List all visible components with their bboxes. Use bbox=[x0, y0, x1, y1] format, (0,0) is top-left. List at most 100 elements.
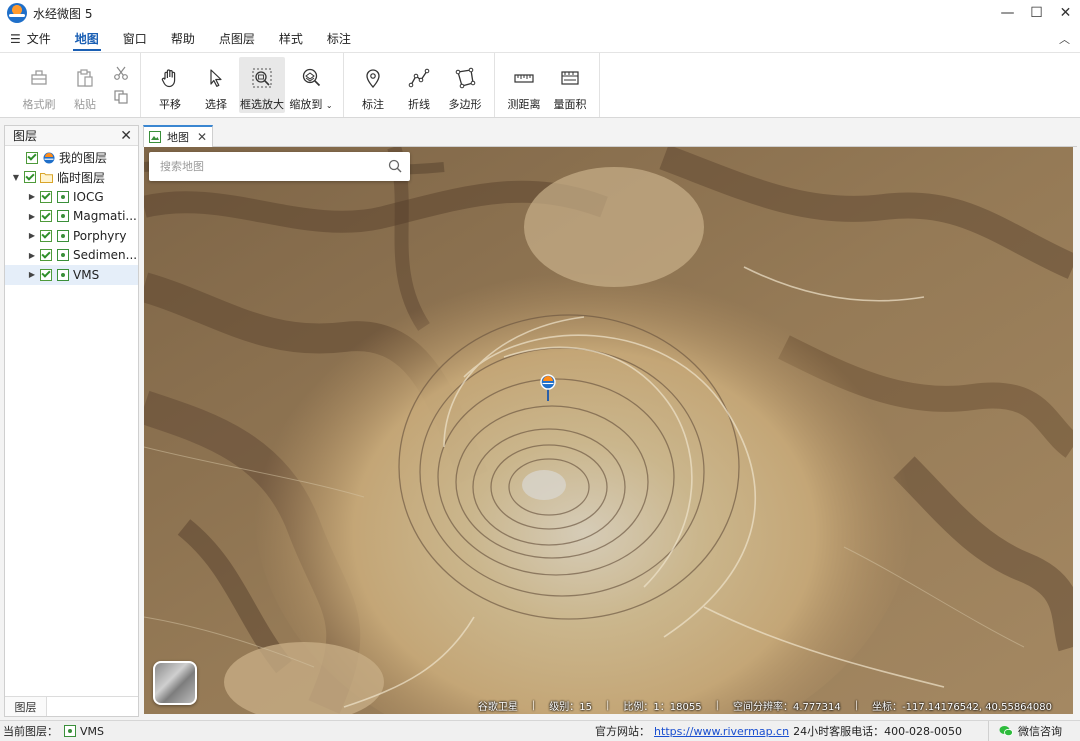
layer-checkbox[interactable] bbox=[40, 229, 52, 242]
point-layer-icon bbox=[56, 249, 69, 262]
satellite-imagery bbox=[144, 147, 1073, 714]
select-button[interactable]: 选择 bbox=[193, 57, 239, 113]
box-zoom-button[interactable]: 框选放大 bbox=[239, 57, 285, 113]
menu-file[interactable]: 文件 bbox=[25, 26, 63, 52]
box-zoom-icon bbox=[251, 67, 273, 89]
minimize-button[interactable]: — bbox=[993, 0, 1022, 26]
title-bar: 水经微图 5 — ☐ ✕ bbox=[0, 0, 1080, 26]
menu-bar: ☰ 文件 地图 窗口 帮助 点图层 样式 标注 ︿ bbox=[0, 26, 1080, 52]
expand-right-icon[interactable]: ▶ bbox=[26, 192, 38, 201]
app-logo-icon bbox=[7, 3, 27, 23]
measure-area-button[interactable]: 量面积 bbox=[547, 57, 593, 113]
folder-icon bbox=[40, 171, 53, 183]
map-search-box bbox=[149, 152, 410, 181]
paste-icon bbox=[74, 67, 96, 89]
expand-right-icon[interactable]: ▶ bbox=[26, 251, 38, 260]
measure-group: 测距离 量面积 bbox=[495, 53, 600, 117]
expand-right-icon[interactable]: ▶ bbox=[26, 270, 38, 279]
cut-copy-stack bbox=[108, 57, 134, 113]
wechat-consult-button[interactable]: 微信咨询 bbox=[988, 720, 1080, 741]
panel-footer-line bbox=[47, 696, 138, 716]
layer-checkbox[interactable] bbox=[26, 151, 38, 164]
expand-right-icon[interactable]: ▶ bbox=[26, 231, 38, 240]
layer-checkbox[interactable] bbox=[40, 268, 52, 281]
zoom-to-button[interactable]: 缩放到 ⌄ bbox=[285, 57, 337, 113]
close-tab-icon[interactable]: ✕ bbox=[197, 130, 207, 144]
window-controls: — ☐ ✕ bbox=[993, 0, 1080, 26]
layer-tree: 我的图层 ▼ 临时图层 ▶ IOCG ▶ Magmati... ▶ Porphy bbox=[5, 146, 138, 285]
website-link[interactable]: https://www.rivermap.cn bbox=[654, 725, 789, 738]
hotline-text: 24小时客服电话：400-028-0050 bbox=[793, 725, 962, 738]
menu-window[interactable]: 窗口 bbox=[111, 26, 159, 52]
spatial-resolution: 4.777314 bbox=[792, 702, 841, 713]
collapse-ribbon-icon[interactable]: ︿ bbox=[1059, 31, 1070, 47]
layer-panel-title: 图层 bbox=[13, 129, 38, 143]
zoom-to-icon bbox=[300, 67, 322, 89]
marker-button[interactable]: 标注 bbox=[350, 57, 396, 113]
expand-down-icon[interactable]: ▼ bbox=[10, 173, 22, 182]
map-scale: 1：18055 bbox=[653, 702, 702, 713]
paste-button[interactable]: 粘贴 bbox=[62, 57, 108, 113]
search-icon[interactable] bbox=[388, 159, 402, 176]
polygon-button[interactable]: 多边形 bbox=[442, 57, 488, 113]
polyline-button[interactable]: 折线 bbox=[396, 57, 442, 113]
tree-item-my-layers[interactable]: 我的图层 bbox=[5, 148, 138, 168]
draw-group: 标注 折线 多边形 bbox=[344, 53, 495, 117]
hamburger-icon[interactable]: ☰ bbox=[10, 32, 21, 46]
tab-map[interactable]: 地图 ✕ bbox=[143, 125, 213, 147]
layer-checkbox[interactable] bbox=[24, 171, 36, 184]
clipboard-group: 格式刷 粘贴 bbox=[10, 53, 141, 117]
close-window-button[interactable]: ✕ bbox=[1051, 0, 1080, 26]
map-doc-icon bbox=[149, 131, 161, 143]
menu-annotation[interactable]: 标注 bbox=[315, 26, 363, 52]
document-tabs: 地图 ✕ bbox=[143, 125, 1077, 147]
layer-checkbox[interactable] bbox=[40, 249, 52, 262]
map-source: 谷歌卫星 bbox=[477, 702, 518, 713]
layer-panel: 图层 ✕ 我的图层 ▼ 临时图层 ▶ IOCG ▶ Magmati... ▶ P… bbox=[4, 125, 139, 717]
layer-checkbox[interactable] bbox=[40, 190, 52, 203]
tree-item-layer-selected[interactable]: ▶ VMS bbox=[5, 265, 138, 285]
map-marker-icon[interactable] bbox=[540, 374, 556, 405]
cursor-arrow-icon bbox=[205, 67, 227, 89]
copy-icon[interactable] bbox=[112, 88, 130, 106]
point-layer-icon bbox=[56, 210, 69, 223]
pan-button[interactable]: 平移 bbox=[147, 57, 193, 113]
measure-distance-button[interactable]: 测距离 bbox=[501, 57, 547, 113]
close-panel-icon[interactable]: ✕ bbox=[120, 128, 132, 144]
cursor-coordinates: -117.14176542, 40.55864080 bbox=[902, 702, 1052, 713]
tree-item-temp-layers[interactable]: ▼ 临时图层 bbox=[5, 168, 138, 188]
map-pin-icon bbox=[362, 67, 384, 89]
layer-checkbox[interactable] bbox=[40, 210, 52, 223]
expand-right-icon[interactable]: ▶ bbox=[26, 212, 38, 221]
menu-map[interactable]: 地图 bbox=[63, 26, 111, 52]
point-layer-icon bbox=[56, 229, 69, 242]
map-canvas[interactable]: 谷歌卫星 | 级别：15 | 比例：1：18055 | 空间分辨率：4.7773… bbox=[144, 147, 1073, 714]
ruler-icon bbox=[513, 67, 535, 89]
navigation-group: 平移 选择 框选放大 缩放到 ⌄ bbox=[141, 53, 344, 117]
status-bar: 当前图层： VMS 官方网站： https://www.rivermap.cn … bbox=[0, 720, 1080, 741]
area-ruler-icon bbox=[559, 67, 581, 89]
format-brush-icon bbox=[28, 67, 50, 89]
zoom-level: 15 bbox=[579, 702, 593, 713]
menu-style[interactable]: 样式 bbox=[267, 26, 315, 52]
point-layer-icon bbox=[56, 268, 69, 281]
dropdown-chevron-icon: ⌄ bbox=[325, 101, 333, 110]
tree-item-layer[interactable]: ▶ Porphyry bbox=[5, 226, 138, 246]
map-search-input[interactable] bbox=[160, 160, 375, 173]
maximize-button[interactable]: ☐ bbox=[1022, 0, 1051, 26]
map-info-bar: 谷歌卫星 | 级别：15 | 比例：1：18055 | 空间分辨率：4.7773… bbox=[477, 700, 1052, 713]
tree-item-layer[interactable]: ▶ IOCG bbox=[5, 187, 138, 207]
ribbon-toolbar: 格式刷 粘贴 平移 选择 框选放大 缩放到 ⌄ 标注 折线 多边形 测距离 量面… bbox=[0, 52, 1080, 118]
menu-help[interactable]: 帮助 bbox=[159, 26, 207, 52]
cut-icon[interactable] bbox=[112, 64, 130, 82]
wechat-icon bbox=[999, 725, 1013, 737]
polyline-icon bbox=[408, 67, 430, 89]
layer-panel-header: 图层 ✕ bbox=[5, 126, 138, 146]
tree-item-layer[interactable]: ▶ Sedimen... bbox=[5, 246, 138, 266]
tree-item-layer[interactable]: ▶ Magmati... bbox=[5, 207, 138, 227]
app-logo-icon bbox=[42, 152, 55, 164]
menu-point-layer[interactable]: 点图层 bbox=[207, 26, 267, 52]
layer-panel-footer-tab[interactable]: 图层 bbox=[5, 696, 47, 716]
window-title: 水经微图 5 bbox=[33, 6, 93, 21]
format-brush-button[interactable]: 格式刷 bbox=[16, 57, 62, 113]
